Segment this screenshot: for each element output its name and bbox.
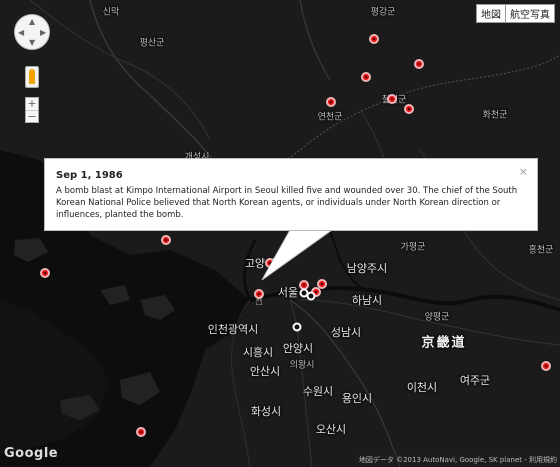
zoom-control: + − — [25, 97, 39, 123]
street-view-pegman-icon[interactable] — [25, 66, 39, 88]
pan-control[interactable]: ▲ ▼ ◀ ▶ — [14, 14, 50, 50]
pan-down-icon[interactable]: ▼ — [29, 39, 35, 47]
pan-up-icon[interactable]: ▲ — [29, 18, 35, 26]
info-window: × Sep 1, 1986 A bomb blast at Kimpo Inte… — [44, 158, 538, 231]
pan-right-icon[interactable]: ▶ — [40, 29, 46, 37]
map-type-control: 地図 航空写真 — [476, 4, 555, 23]
zoom-in-button[interactable]: + — [26, 98, 38, 110]
pan-left-icon[interactable]: ◀ — [18, 29, 24, 37]
map-type-map-button[interactable]: 地図 — [476, 4, 506, 23]
map-type-satellite-button[interactable]: 航空写真 — [506, 4, 555, 23]
google-logo[interactable]: Google — [4, 446, 58, 461]
info-window-body: A bomb blast at Kimpo International Airp… — [56, 186, 518, 220]
close-icon[interactable]: × — [519, 165, 528, 178]
map-attribution: 地図データ ©2013 AutoNavi, Google, SK planet … — [355, 455, 560, 465]
info-window-tail — [261, 229, 334, 281]
zoom-out-button[interactable]: − — [26, 110, 38, 123]
map-canvas[interactable]: 신막 평강군 평산군 연천군 철원군 화천군 개성시 가평군 홍천군 고양시 남… — [0, 0, 560, 467]
info-window-title: Sep 1, 1986 — [56, 170, 123, 181]
